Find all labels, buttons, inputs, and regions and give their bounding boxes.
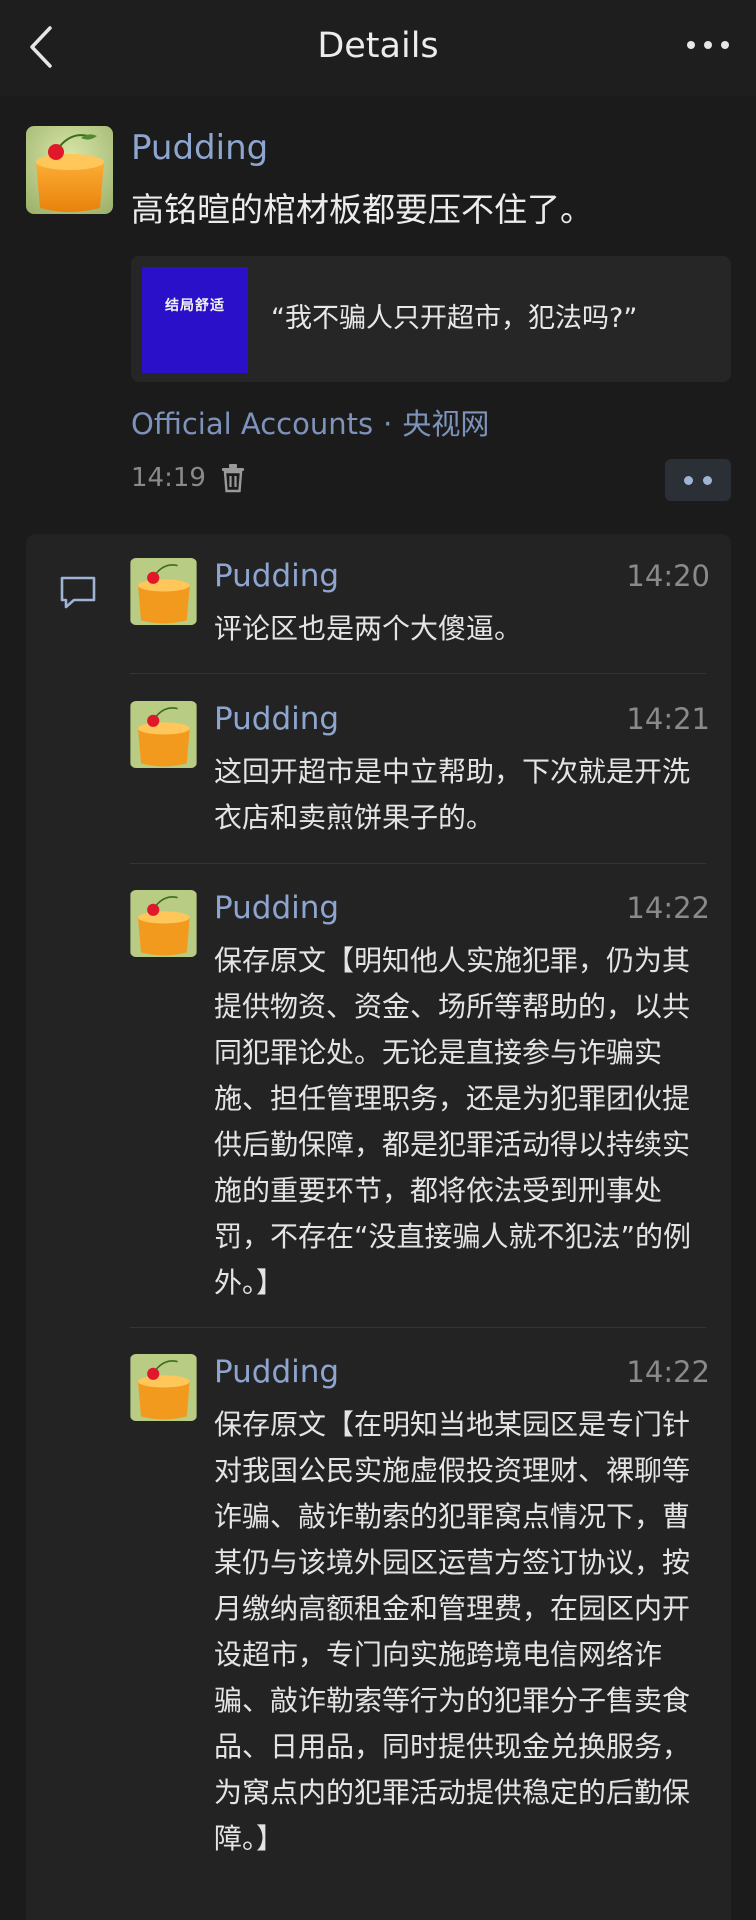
source-label: Official Accounts [131,407,374,441]
comment-author[interactable]: Pudding [214,554,339,598]
divider [130,863,706,864]
details-page: Details Pudding 高铭暄的棺材板都要压不住了。 结局舒适 “我不骗… [0,0,756,1920]
comment-time: 14:20 [626,559,710,593]
comment-item[interactable]: Pudding 14:22 保存原文【在明知当地某园区是专门针对我国公民实施虚假… [130,1354,710,1920]
comment-text: 保存原文【明知他人实施犯罪，仍为其提供物资、资金、场所等帮助的，以共同犯罪论处。… [214,944,692,1299]
source-name: 央视网 [402,407,490,441]
comment-text: 评论区也是两个大傻逼。 [214,612,523,645]
comment-text: 保存原文【在明知当地某园区是专门针对我国公民实施虚假投资理财、裸聊等诈骗、敲诈勒… [214,1408,691,1855]
comment-icon [58,574,98,610]
comments-panel: Pudding 14:20 评论区也是两个大傻逼。 Pudding 14:21 … [26,534,731,1920]
source-separator: · [383,407,393,441]
divider [130,1327,706,1328]
comment-text: 这回开超市是中立帮助，下次就是开洗衣店和卖煎饼果子的。 [214,755,691,834]
comment-avatar[interactable] [130,701,197,768]
post-time: 14:19 [131,463,206,493]
post-author-name[interactable]: Pudding [131,126,268,170]
comment-avatar[interactable] [130,890,197,957]
dot-icon [684,476,693,485]
article-thumbnail: 结局舒适 [142,267,248,373]
comment-item[interactable]: Pudding 14:21 这回开超市是中立帮助，下次就是开洗衣店和卖煎饼果子的… [130,701,710,851]
more-dots-icon [687,41,729,49]
post-text: 高铭暄的棺材板都要压不住了。 [131,190,593,229]
comment-avatar[interactable] [130,1354,197,1421]
page-title: Details [317,26,439,66]
dot-icon [703,476,712,485]
article-source[interactable]: Official Accounts · 央视网 [131,402,489,446]
avatar-image [26,126,113,214]
post-author-avatar[interactable] [26,126,113,214]
comment-author[interactable]: Pudding [214,1350,339,1394]
comment-time: 14:22 [626,1355,710,1389]
comment-item[interactable]: Pudding 14:22 保存原文【明知他人实施犯罪，仍为其提供物资、资金、场… [130,890,710,1310]
comment-author[interactable]: Pudding [214,886,339,930]
comment-time: 14:22 [626,891,710,925]
comment-time: 14:21 [626,702,710,736]
divider [130,673,706,674]
article-title: “我不骗人只开超市，犯法吗?” [271,303,638,334]
top-bar: Details [0,0,756,96]
like-comment-button[interactable] [665,459,731,501]
more-button[interactable] [684,30,732,60]
post-meta-row: 14:19 [131,456,246,500]
comment-item[interactable]: Pudding 14:20 评论区也是两个大傻逼。 [130,558,710,658]
article-thumbnail-text: 结局舒适 [165,298,225,314]
trash-icon[interactable] [220,463,246,493]
comment-avatar[interactable] [130,558,197,625]
shared-article-card[interactable]: 结局舒适 “我不骗人只开超市，犯法吗?” [131,256,731,382]
comment-author[interactable]: Pudding [214,697,339,741]
